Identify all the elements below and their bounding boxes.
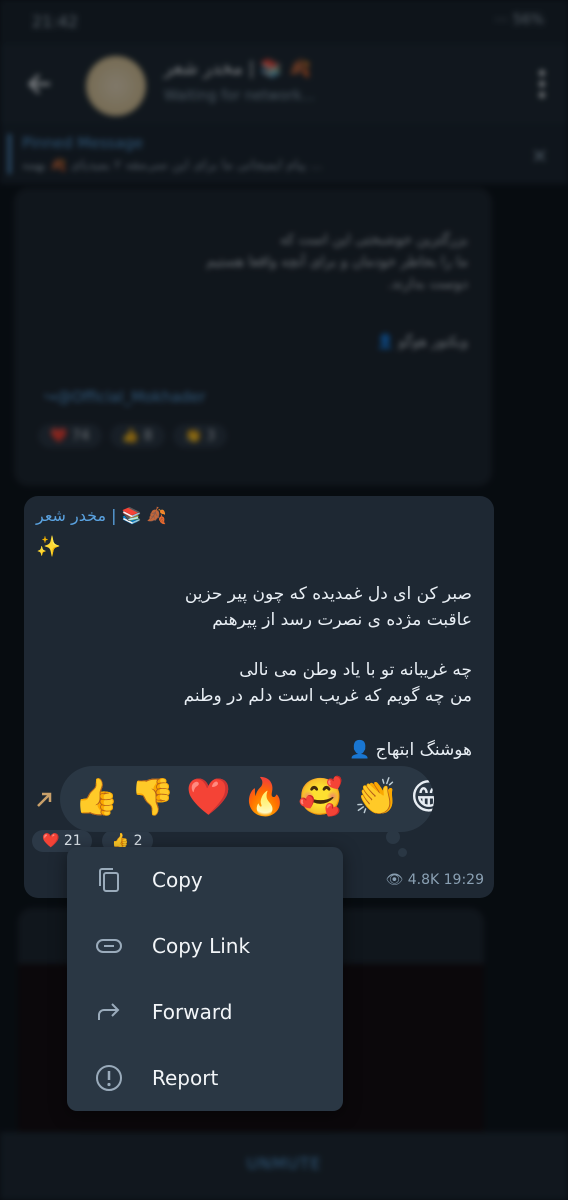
poem-line: چه غریبانه تو با یاد وطن می نالی <box>239 660 472 680</box>
message-sender[interactable]: مخدر شعر | 📚 🍂 <box>36 506 167 525</box>
menu-item-copy[interactable]: Copy <box>67 847 343 913</box>
menu-item-report[interactable]: Report <box>67 1045 343 1111</box>
poem-line: من چه گویم که غریب است دلم در وطنم <box>183 686 472 706</box>
link-icon <box>96 939 122 953</box>
picker-tail <box>386 830 400 844</box>
view-count: 4.8K <box>407 872 440 888</box>
menu-label-forward: Forward <box>152 1000 233 1024</box>
reaction-picker: 👍 👎 ❤️ 🔥 🥰 👏 😁 <box>60 766 434 832</box>
menu-label-report: Report <box>152 1066 219 1090</box>
eye-icon: 👁 <box>385 872 404 888</box>
clapping-reaction[interactable]: 👏 <box>354 776 399 820</box>
smiling-hearts-reaction[interactable]: 🥰 <box>298 776 343 820</box>
forward-source-icon <box>37 792 52 807</box>
sparkle-emoji: ✨ <box>36 534 61 558</box>
report-icon <box>96 1065 122 1091</box>
picker-tail <box>398 848 407 857</box>
poem-line: عاقبت مژده ی نصرت رسد از پیرهنم <box>212 610 472 630</box>
poem-author: هوشنگ ابتهاج 👤 <box>349 740 472 760</box>
heart-reaction[interactable]: ❤️ <box>186 776 231 820</box>
copy-icon <box>99 868 119 892</box>
menu-label-copy: Copy <box>152 868 203 892</box>
message-time: 19:29 <box>443 872 484 888</box>
poem-line: صبر کن ای دل غمدیده که چون پیر حزین <box>184 584 472 604</box>
thumbs-down-reaction[interactable]: 👎 <box>130 776 175 820</box>
fire-reaction[interactable]: 🔥 <box>242 776 287 820</box>
thumbs-up-reaction[interactable]: 👍 <box>74 776 119 820</box>
menu-item-copy-link[interactable]: Copy Link <box>67 913 343 979</box>
menu-item-forward[interactable]: Forward <box>67 979 343 1045</box>
message-meta: 👁 4.8K 19:29 <box>386 872 485 888</box>
forward-icon <box>98 1003 120 1020</box>
selected-message-bubble[interactable]: مخدر شعر | 📚 🍂 ✨ صبر کن ای دل غمدیده که … <box>24 496 494 898</box>
menu-label-copy-link: Copy Link <box>152 934 251 958</box>
message-context-menu: Copy Copy Link Forward Report <box>67 847 343 1111</box>
